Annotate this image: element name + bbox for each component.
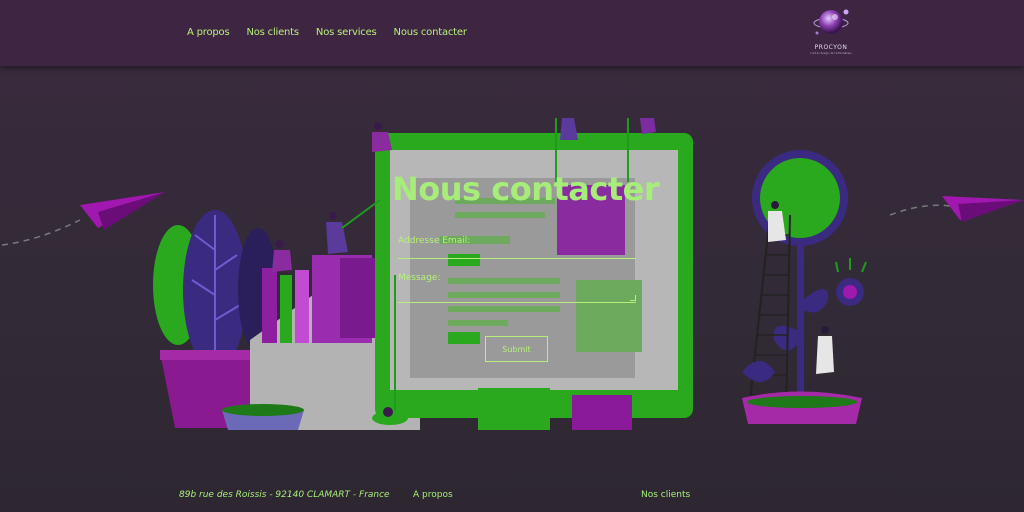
main-nav: A propos Nos clients Nos services Nous c… — [187, 27, 467, 38]
message-textarea[interactable] — [398, 284, 636, 303]
email-field[interactable] — [398, 258, 636, 259]
contact-title: Nous contacter — [392, 170, 660, 208]
nav-link-clients[interactable]: Nos clients — [246, 27, 299, 38]
email-label: Addresse Email: — [398, 236, 471, 246]
nav-link-services[interactable]: Nos services — [316, 27, 377, 38]
footer-link-clients[interactable]: Nos clients — [641, 490, 690, 500]
logo-tagline: L'art du design, de l'informatique — [810, 52, 852, 55]
nav-link-about[interactable]: A propos — [187, 27, 230, 38]
site-header: A propos Nos clients Nos services Nous c… — [0, 0, 1024, 66]
hero-illustration — [1, 118, 1024, 430]
footer-address: 89b rue des Roissis - 92140 CLAMART - Fr… — [179, 490, 390, 500]
logo-wordmark: PROCYON — [814, 44, 848, 51]
submit-button[interactable]: Submit — [485, 336, 548, 362]
footer-link-about[interactable]: A propos — [413, 490, 453, 500]
nav-link-contact[interactable]: Nous contacter — [394, 27, 467, 38]
message-label: Message: — [398, 273, 441, 283]
textarea-resize-handle[interactable] — [630, 295, 636, 301]
